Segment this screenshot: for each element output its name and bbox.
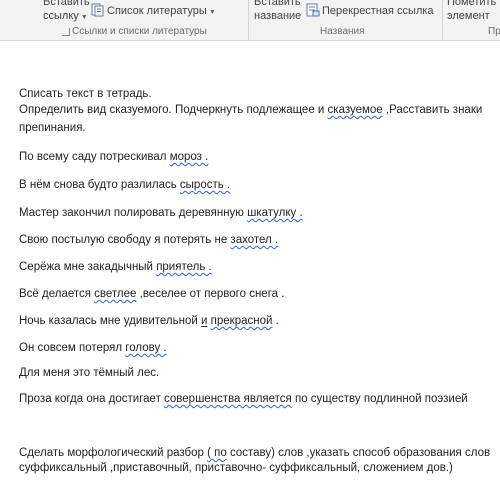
paragraph: Проза когда она достигает совершенства я…: [19, 392, 468, 406]
paragraph: Мастер закончил полировать деревянную шк…: [19, 206, 303, 220]
spellcheck-word[interactable]: светлее: [94, 288, 136, 300]
paragraph: Сделать морфологический разбор ( по сост…: [19, 446, 490, 460]
text-run: В нём снова будто разлилась: [19, 179, 180, 191]
cross-reference-icon: [306, 3, 320, 17]
spellcheck-word[interactable]: совершенства является: [164, 393, 292, 405]
group-label-captions: Названия: [320, 26, 365, 37]
mark-entry-label-2: элемент: [447, 10, 490, 22]
insert-citation-label-1: Вставить: [43, 0, 90, 8]
group-label-index: Пр: [488, 26, 500, 37]
spellcheck-word[interactable]: сырость .: [180, 179, 230, 191]
text-run: ,веселее от первого снега .: [136, 288, 285, 300]
document-page[interactable]: Списать текст в тетрадь. Определить вид …: [0, 41, 500, 497]
ribbon: Вставить ссылку ▼ Список литературы ▼ Ссыл…: [0, 0, 500, 41]
text-run: По всему саду потрескивал: [19, 151, 170, 163]
paragraph: Он совсем потерял голову .: [19, 341, 167, 355]
spellcheck-word[interactable]: захотел .: [230, 234, 278, 246]
cross-reference-button[interactable]: Перекрестная ссылка: [322, 5, 434, 17]
paragraph: Свою постылую свободу я потерять не захо…: [19, 233, 278, 247]
insert-caption-button[interactable]: Вставить: [254, 0, 301, 8]
text-run: Серёжа мне закадычный: [19, 261, 157, 273]
paragraph: Ночь казалась мне удивительной и прекрас…: [19, 314, 279, 328]
text-run: Определить вид сказуемого. Подчеркнуть п…: [19, 104, 328, 116]
spellcheck-word[interactable]: приятель .: [156, 261, 212, 273]
text-run: Свою постылую свободу я потерять не: [19, 234, 231, 246]
text-run: Всё делается: [19, 288, 95, 300]
paragraph: В нём снова будто разлилась сырость .: [19, 178, 230, 192]
insert-citation-dropdown[interactable]: ссылку ▼: [43, 10, 88, 24]
paragraph: Списать текст в тетрадь.: [19, 88, 152, 100]
text-run: составу) слов ,указать способ образовани…: [226, 447, 491, 459]
spellcheck-word[interactable]: голову .: [125, 342, 166, 354]
ribbon-separator: [442, 0, 443, 40]
text-run: .: [272, 315, 279, 327]
mark-entry-label-1: Пометить: [447, 0, 497, 8]
spellcheck-word[interactable]: мороз .: [170, 151, 209, 163]
paragraph: Определить вид сказуемого. Подчеркнуть п…: [19, 103, 482, 117]
text-run: Он совсем потерял: [19, 342, 126, 354]
paragraph: суффиксальный ,приставочный, приставочно…: [19, 462, 453, 474]
text-run: по существу подлинной поэзией: [291, 393, 468, 405]
paragraph: препинания.: [19, 122, 86, 134]
bibliography-button[interactable]: Список литературы ▼: [107, 5, 216, 19]
insert-caption-label-wrap[interactable]: название: [254, 10, 301, 22]
bibliography-label: Список литературы: [107, 5, 207, 17]
insert-citation-button[interactable]: Вставить: [43, 0, 90, 8]
dialog-launcher-icon[interactable]: [62, 28, 70, 36]
text-run: Сделать морфологический разбор: [19, 447, 208, 459]
spellcheck-word[interactable]: сказуемое: [328, 104, 383, 116]
paragraph: Всё делается светлее ,веселее от первого…: [19, 287, 284, 301]
mark-entry-label-wrap[interactable]: элемент: [447, 10, 490, 22]
insert-citation-label-2: ссылку: [43, 10, 79, 22]
spellcheck-word[interactable]: шкатулку .: [247, 207, 303, 219]
cross-reference-label: Перекрестная ссылка: [322, 5, 434, 17]
paragraph: Серёжа мне закадычный приятель .: [19, 260, 212, 274]
paragraph: По всему саду потрескивал мороз .: [19, 150, 208, 164]
group-label-citations: Ссылки и списки литературы: [72, 26, 207, 37]
spellcheck-word[interactable]: ( по: [207, 447, 227, 459]
mark-entry-button[interactable]: Пометить: [447, 0, 496, 8]
ribbon-separator: [248, 0, 249, 40]
text-run: Проза когда она достигает: [19, 393, 165, 405]
chevron-down-icon: ▼: [80, 14, 88, 21]
chevron-down-icon: ▼: [208, 9, 216, 16]
paragraph: Для меня это тёмный лес.: [19, 367, 160, 379]
insert-caption-label-2: название: [254, 10, 302, 22]
text-run: Мастер закончил полировать деревянную: [19, 207, 248, 219]
text-run: ,Расставить знаки: [382, 104, 483, 116]
spellcheck-word[interactable]: прекрасной: [211, 315, 273, 327]
insert-caption-label-1: Вставить: [254, 0, 301, 8]
text-run: Ночь казалась мне удивительной: [19, 315, 201, 327]
bibliography-icon: [91, 3, 104, 17]
